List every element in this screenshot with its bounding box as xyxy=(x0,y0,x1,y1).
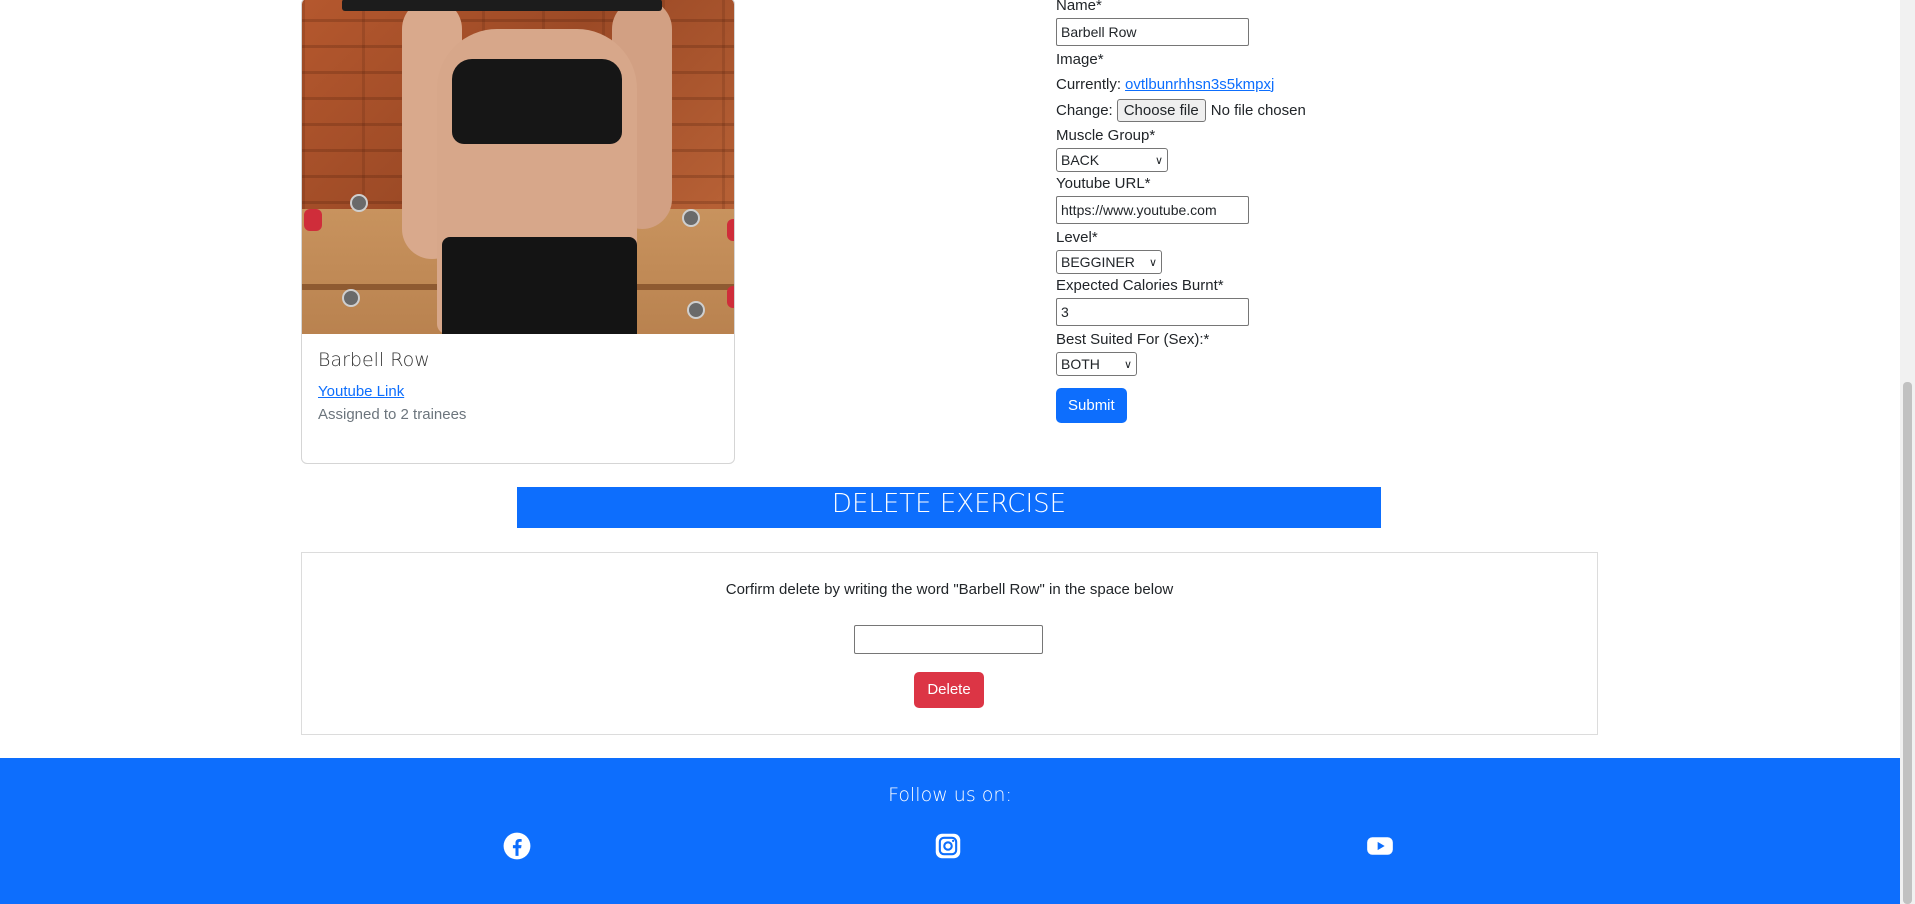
submit-button[interactable]: Submit xyxy=(1056,388,1127,423)
delete-exercise-heading: DELETE EXERCISE xyxy=(517,487,1381,528)
exercise-title: Barbell Row xyxy=(318,349,430,371)
exercise-card: Barbell Row Youtube Link Assigned to 2 t… xyxy=(301,0,735,464)
scrollbar-thumb[interactable] xyxy=(1903,382,1912,904)
instagram-icon[interactable] xyxy=(934,832,962,860)
sex-value: BOTH xyxy=(1061,356,1100,372)
chevron-down-icon: ∨ xyxy=(1148,256,1157,269)
delete-confirm-box: Corfirm delete by writing the word "Barb… xyxy=(301,552,1598,735)
youtube-url-input[interactable]: https://www.youtube.com xyxy=(1056,196,1249,224)
delete-confirm-text: Corfirm delete by writing the word "Barb… xyxy=(725,581,1174,598)
muscle-group-select[interactable]: BACK ∨ xyxy=(1056,148,1168,172)
current-image-link[interactable]: ovtlbunrhhsn3s5kmpxj xyxy=(1125,76,1274,93)
footer: Follow us on: xyxy=(0,758,1900,904)
name-input[interactable]: Barbell Row xyxy=(1056,18,1249,46)
image-label: Image* xyxy=(1056,51,1104,68)
calories-input[interactable]: 3 xyxy=(1056,298,1249,326)
name-label: Name* xyxy=(1056,0,1102,14)
calories-label: Expected Calories Burnt* xyxy=(1056,277,1224,294)
page-scrollbar[interactable] xyxy=(1900,0,1915,904)
muscle-group-label: Muscle Group* xyxy=(1056,127,1156,144)
level-select[interactable]: BEGGINER ∨ xyxy=(1056,250,1162,274)
currently-label: Currently: xyxy=(1056,75,1122,93)
exercise-image xyxy=(302,0,734,334)
assigned-trainees-text: Assigned to 2 trainees xyxy=(318,406,467,423)
delete-confirm-input[interactable] xyxy=(854,625,1043,654)
choose-file-button[interactable]: Choose file xyxy=(1116,98,1206,122)
follow-us-text: Follow us on: xyxy=(888,784,1012,806)
file-status-text: No file chosen xyxy=(1210,101,1306,119)
level-label: Level* xyxy=(1056,229,1098,246)
name-input-value: Barbell Row xyxy=(1061,24,1137,40)
youtube-link[interactable]: Youtube Link xyxy=(318,383,466,400)
edit-exercise-form: Name* Barbell Row Image* Currently: ovtl… xyxy=(1056,0,1306,423)
muscle-group-value: BACK xyxy=(1061,152,1100,168)
facebook-icon[interactable] xyxy=(503,832,531,860)
youtube-url-value: https://www.youtube.com xyxy=(1061,202,1217,218)
chevron-down-icon: ∨ xyxy=(1123,358,1132,371)
youtube-url-label: Youtube URL* xyxy=(1056,175,1151,192)
level-value: BEGGINER xyxy=(1061,254,1135,270)
calories-value: 3 xyxy=(1061,304,1069,320)
sex-select[interactable]: BOTH ∨ xyxy=(1056,352,1137,376)
change-label: Change: xyxy=(1056,101,1113,119)
sex-label: Best Suited For (Sex):* xyxy=(1056,331,1210,348)
chevron-down-icon: ∨ xyxy=(1154,154,1163,167)
delete-button[interactable]: Delete xyxy=(914,672,984,708)
youtube-icon[interactable] xyxy=(1366,832,1394,860)
